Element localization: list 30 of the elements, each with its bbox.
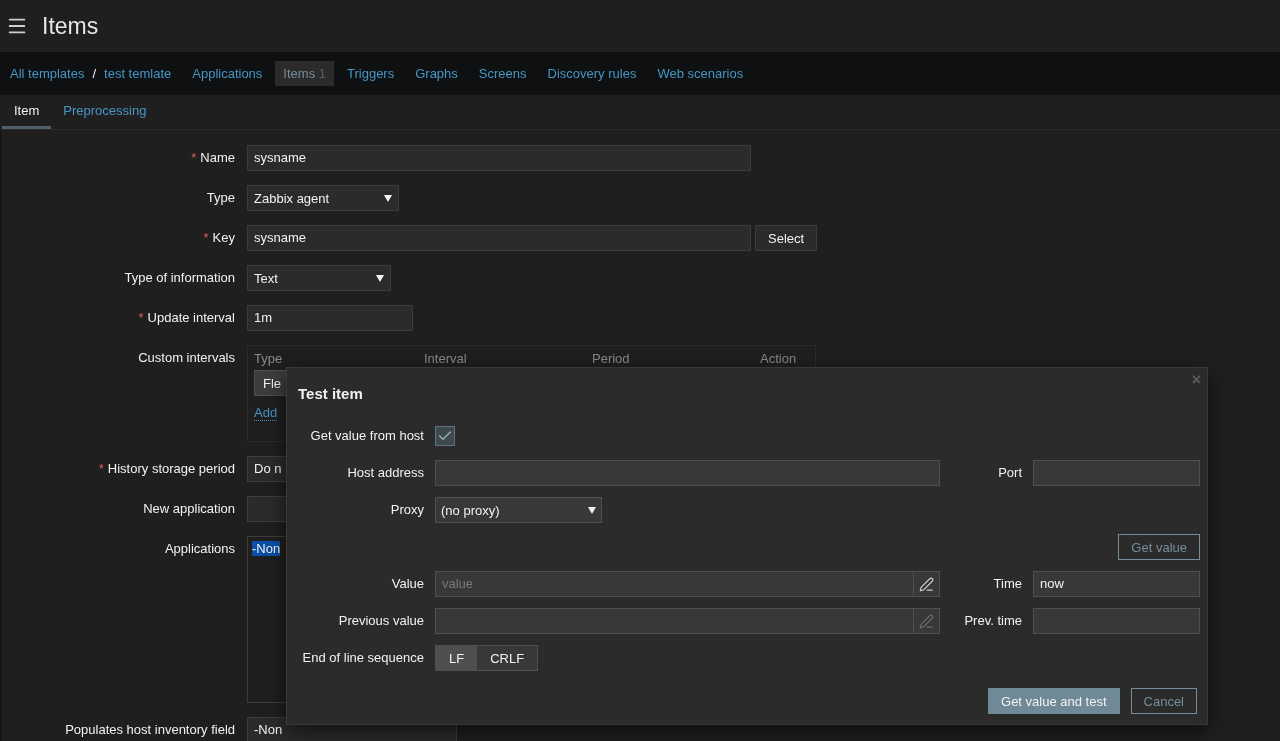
- field-label: Prev. time: [964, 612, 1022, 630]
- required-mark: *: [138, 310, 144, 325]
- field-label: End of line sequence: [302, 649, 424, 667]
- field-label: Proxy: [390, 501, 424, 519]
- dialog-title: Test item: [298, 385, 364, 402]
- field-label: Type of information: [124, 269, 235, 287]
- field-label: Key: [212, 229, 235, 247]
- field-label: History storage period: [107, 460, 235, 478]
- field-label: Value: [391, 575, 424, 593]
- field-label: Update interval: [147, 309, 235, 327]
- required-mark: *: [191, 150, 197, 165]
- field-label: Name: [200, 149, 235, 167]
- required-mark: *: [203, 230, 209, 245]
- field-label: Previous value: [338, 612, 424, 630]
- required-mark: *: [98, 461, 104, 476]
- field-label: Applications: [164, 540, 235, 558]
- field-label: Type: [206, 189, 235, 207]
- field-label: Custom intervals: [138, 349, 235, 367]
- field-label: Time: [993, 575, 1022, 593]
- field-label: Port: [998, 464, 1022, 482]
- column-header: Period: [592, 350, 631, 366]
- field-label: New application: [143, 500, 235, 518]
- field-label: Host address: [347, 464, 424, 482]
- column-header: Type: [254, 350, 284, 366]
- field-label: Get value from host: [310, 427, 424, 445]
- breadcrumb-separator: /: [92, 66, 97, 81]
- column-header: Action: [760, 350, 798, 366]
- page-title: Items: [42, 12, 99, 40]
- column-header: Interval: [424, 350, 468, 366]
- field-label: Populates host inventory field: [65, 721, 235, 739]
